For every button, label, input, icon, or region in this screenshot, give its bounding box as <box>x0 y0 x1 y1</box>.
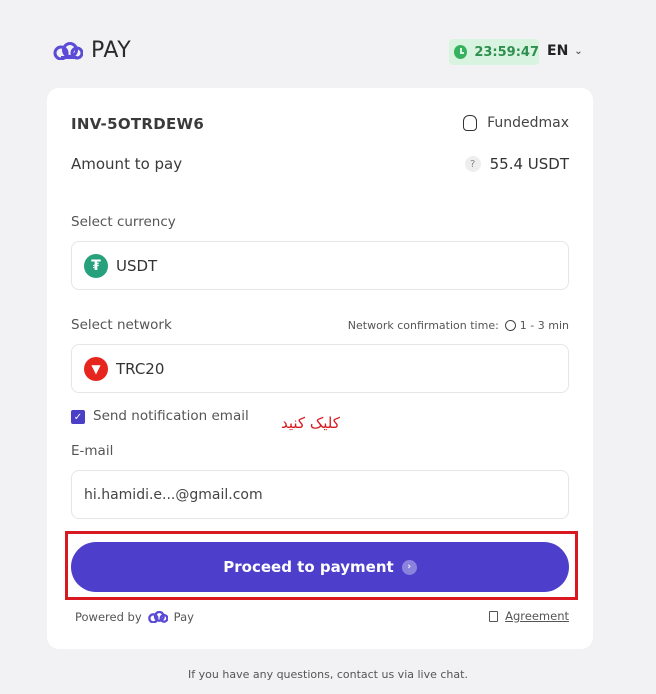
cloud-logo-icon <box>147 611 168 623</box>
agreement-label: Agreement <box>505 609 569 623</box>
cloud-logo-icon <box>53 41 83 60</box>
shopping-bag-icon <box>463 115 478 131</box>
amount-value-row: ? 55.4 USDT <box>464 155 569 173</box>
merchant-name: Fundedmax <box>487 115 569 131</box>
email-field[interactable]: hi.hamidi.e...@gmail.com <box>71 470 569 519</box>
stopwatch-icon <box>504 320 516 331</box>
network-value: TRC20 <box>116 359 165 378</box>
merchant: Fundedmax <box>463 115 569 131</box>
invoice-id: INV-5OTRDEW6 <box>71 115 205 133</box>
confirmation-time: 1 - 3 min <box>519 319 569 332</box>
network-label: Select network <box>71 317 172 333</box>
document-icon <box>489 610 499 622</box>
annotation-text: کلیک کنید <box>281 414 340 432</box>
notification-label: Send notification email <box>93 408 249 424</box>
confirmation-label: Network confirmation time: <box>347 319 499 332</box>
amount-value: 55.4 USDT <box>489 155 569 173</box>
clock-icon <box>454 45 468 59</box>
language-selector[interactable]: EN ⌄ <box>547 43 583 59</box>
powered-brand: Pay <box>173 610 194 624</box>
amount-label: Amount to pay <box>71 155 183 173</box>
email-label: E-mail <box>71 443 114 459</box>
help-icon[interactable]: ? <box>464 156 481 172</box>
agreement-link[interactable]: Agreement <box>489 609 569 623</box>
timer-value: 23:59:47 <box>474 44 539 60</box>
currency-label: Select currency <box>71 214 176 230</box>
logo-text: PAY <box>91 38 132 63</box>
currency-value: USDT <box>116 256 158 275</box>
chevron-down-icon: ⌄ <box>574 45 583 57</box>
email-value: hi.hamidi.e...@gmail.com <box>84 486 263 503</box>
language-label: EN <box>547 43 569 59</box>
powered-by: Powered by Pay <box>75 610 194 624</box>
powered-by-label: Powered by <box>75 610 142 624</box>
pay-logo: PAY <box>53 38 131 63</box>
help-text: If you have any questions, contact us vi… <box>188 668 468 681</box>
currency-select[interactable]: ₮ USDT <box>71 241 569 290</box>
countdown-timer: 23:59:47 <box>449 39 539 65</box>
tether-icon: ₮ <box>84 253 108 278</box>
tron-icon: ▼ <box>84 356 108 381</box>
network-confirmation: Network confirmation time: 1 - 3 min <box>348 319 569 332</box>
annotation-highlight-box <box>65 531 578 600</box>
notification-checkbox[interactable]: ✓ <box>71 410 85 424</box>
network-select[interactable]: ▼ TRC20 <box>71 344 569 393</box>
